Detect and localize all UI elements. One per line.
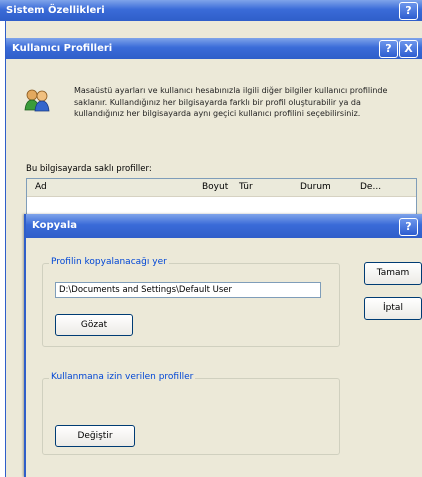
system-properties-titlebar: Sistem Özellikleri ? (0, 0, 422, 21)
system-properties-title: Sistem Özellikleri (6, 5, 105, 16)
copy-titlebar: Kopyala ? (26, 214, 422, 238)
system-properties-help-button[interactable]: ? (399, 2, 418, 20)
column-header-size[interactable]: Boyut (202, 182, 228, 192)
copy-target-input[interactable] (55, 282, 321, 298)
profiles-titlebar: Kullanıcı Profilleri ? X (6, 38, 422, 59)
profiles-list[interactable]: Ad Boyut Tür Durum De... (26, 178, 417, 216)
permitted-users-group-label: Kullanmana izin verilen profiller (49, 372, 196, 382)
profiles-close-button[interactable]: X (399, 40, 418, 58)
users-icon (24, 88, 50, 112)
column-header-modified[interactable]: De... (360, 182, 381, 192)
ok-button[interactable]: Tamam (364, 262, 422, 285)
cancel-button[interactable]: İptal (364, 297, 422, 320)
copy-title: Kopyala (32, 220, 78, 231)
profiles-description: Masaüstü ayarları ve kullanıcı hesabınız… (74, 86, 388, 118)
column-header-name[interactable]: Ad (35, 182, 47, 192)
column-header-status[interactable]: Durum (300, 182, 331, 192)
browse-button[interactable]: Gözat (55, 314, 133, 336)
copy-target-group-label: Profilin kopyalanacağı yer (49, 257, 169, 267)
profiles-list-header: Ad Boyut Tür Durum De... (27, 179, 416, 197)
profiles-title: Kullanıcı Profilleri (12, 43, 113, 54)
profiles-help-button[interactable]: ? (379, 40, 398, 58)
profiles-list-label: Bu bilgisayarda saklı profiller: (26, 164, 152, 174)
copy-help-button[interactable]: ? (399, 218, 418, 236)
column-header-type[interactable]: Tür (239, 182, 253, 192)
change-button[interactable]: Değiştir (55, 425, 135, 447)
